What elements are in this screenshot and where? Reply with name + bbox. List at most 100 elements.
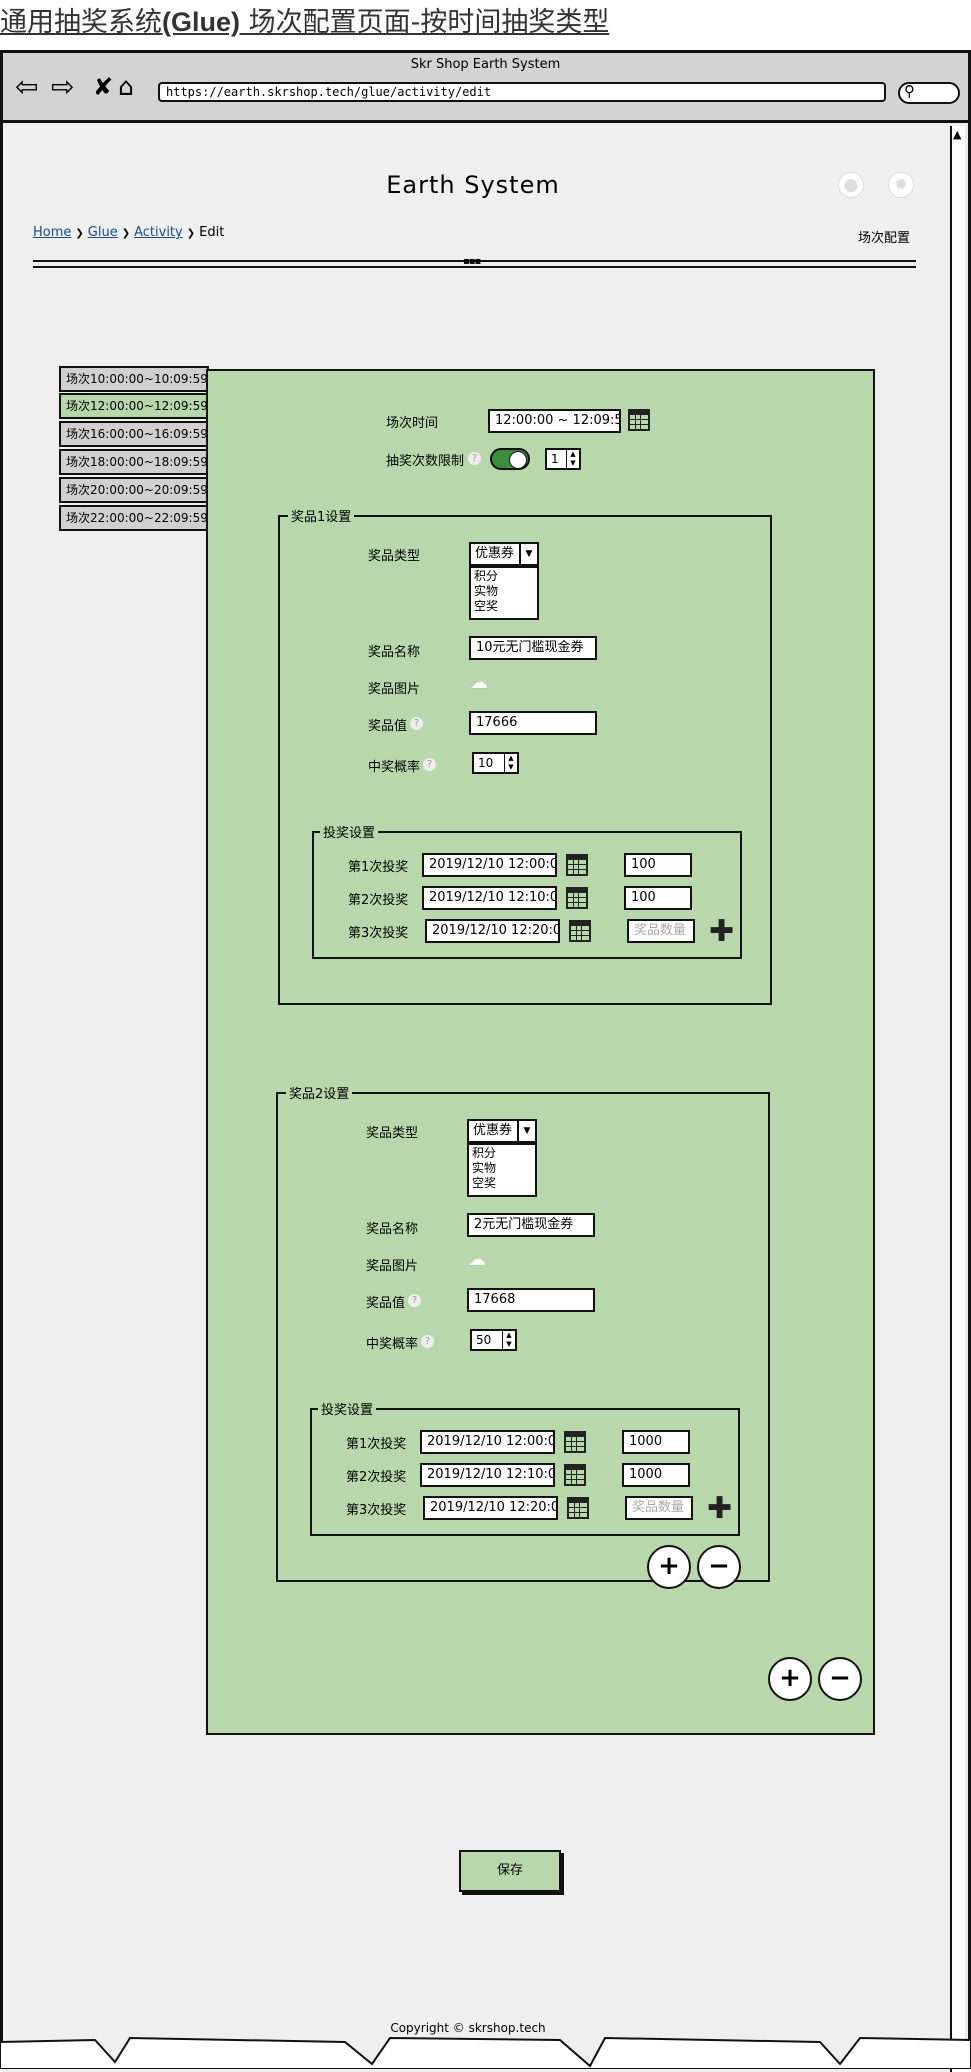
chevron-right-icon: ❯ — [121, 228, 131, 239]
scrollbar[interactable] — [950, 126, 965, 2072]
prize-type-option[interactable]: 空奖 — [474, 599, 534, 614]
close-icon[interactable]: ✘ — [93, 73, 113, 101]
cloud-upload-icon[interactable]: ☁ — [468, 1251, 492, 1269]
drop-time-field[interactable]: 2019/12/10 12:20:00 — [425, 919, 560, 943]
drop-label: 第3次投奖 — [346, 1503, 407, 1518]
prize-type-select[interactable]: 优惠券 ▼ — [469, 542, 539, 566]
session-tab[interactable]: 场次18:00:00~18:09:59 — [59, 449, 209, 475]
session-time-field[interactable]: 12:00:00 ~ 12:09:59 — [488, 409, 621, 433]
prize-name-label: 奖品名称 — [366, 1222, 419, 1237]
drop-count-field[interactable]: 1000 — [622, 1430, 690, 1454]
add-drop-button[interactable]: ✚ — [707, 1494, 732, 1524]
drop-label: 第2次投奖 — [348, 893, 409, 908]
prize-type-option[interactable]: 实物 — [472, 1161, 532, 1176]
session-tab[interactable]: 场次12:00:00~12:09:59 — [59, 393, 209, 419]
minus-icon: − — [829, 1663, 851, 1693]
remove-drop-button[interactable]: − — [697, 1545, 741, 1589]
drop-time-field[interactable]: 2019/12/10 12:00:00 — [422, 853, 557, 877]
drop-label: 第3次投奖 — [348, 926, 409, 941]
add-drop-button[interactable]: + — [647, 1545, 691, 1589]
plus-icon: ✚ — [707, 1491, 733, 1526]
chevron-right-icon: ❯ — [75, 228, 84, 239]
drop-count-field[interactable]: 100 — [624, 853, 692, 877]
session-time-label: 场次时间 — [386, 416, 439, 431]
drop-time-field[interactable]: 2019/12/10 12:20:00 — [423, 1496, 558, 1520]
drops-legend: 投奖设置 — [320, 822, 379, 841]
remove-prize-button[interactable]: − — [818, 1657, 862, 1701]
help-icon[interactable]: ? — [421, 1335, 434, 1348]
forward-icon[interactable]: ⇨ — [51, 73, 74, 101]
drop-count-field[interactable]: 奖品数量 — [627, 919, 695, 943]
prize-image-label: 奖品图片 — [368, 682, 421, 697]
add-prize-button[interactable]: + — [768, 1657, 812, 1701]
help-icon[interactable]: ? — [468, 452, 481, 465]
url-bar[interactable]: https://earth.skrshop.tech/glue/activity… — [158, 82, 886, 102]
breadcrumb-glue[interactable]: Glue — [88, 225, 118, 240]
drop-count-field[interactable]: 奖品数量 — [625, 1496, 693, 1520]
prize-type-option[interactable]: 积分 — [472, 1146, 532, 1161]
breadcrumb-home[interactable]: Home — [33, 225, 71, 240]
draw-limit-stepper[interactable]: 1 ▲ ▼ — [545, 448, 581, 470]
prize-type-option[interactable]: 积分 — [474, 569, 534, 584]
calendar-icon[interactable] — [564, 1464, 586, 1486]
user-icon[interactable]: ● — [838, 172, 864, 198]
drop-label: 第1次投奖 — [348, 860, 409, 875]
draw-limit-label: 抽奖次数限制 — [386, 454, 465, 469]
session-tab[interactable]: 场次22:00:00~22:09:59 — [59, 505, 209, 531]
help-icon[interactable]: ? — [423, 758, 436, 771]
add-drop-button[interactable]: ✚ — [709, 917, 734, 947]
drop-count-field[interactable]: 1000 — [622, 1463, 690, 1487]
scroll-up-arrow-icon[interactable]: ▲ — [953, 128, 961, 141]
session-tab[interactable]: 场次16:00:00~16:09:59 — [59, 421, 209, 447]
calendar-icon[interactable] — [566, 887, 588, 909]
help-icon[interactable]: ? — [410, 717, 423, 730]
prize-value-field[interactable]: 17666 — [469, 711, 597, 735]
session-panel: 场次时间 12:00:00 ~ 12:09:59 抽奖次数限制 ? 1 ▲ ▼ 奖品… — [206, 369, 875, 1735]
drop-count-field[interactable]: 100 — [624, 886, 692, 910]
calendar-icon[interactable] — [567, 1497, 589, 1519]
minus-icon: − — [708, 1551, 730, 1581]
calendar-icon[interactable] — [569, 920, 591, 942]
calendar-icon[interactable] — [566, 854, 588, 876]
breadcrumb: Home ❯ Glue ❯ Activity ❯ Edit — [33, 225, 224, 240]
page-title: Earth System — [386, 171, 560, 199]
session-tab[interactable]: 场次10:00:00~10:09:59 — [59, 366, 209, 392]
drop-time-field[interactable]: 2019/12/10 12:00:00 — [420, 1430, 555, 1454]
page-section-label: 场次配置 — [858, 231, 911, 246]
plus-icon: ✚ — [709, 914, 735, 949]
gear-icon[interactable]: ✹ — [888, 172, 914, 198]
prize-type-options[interactable]: 积分 实物 空奖 — [467, 1143, 537, 1197]
chevron-right-icon: ❯ — [186, 228, 196, 239]
drops-legend: 投奖设置 — [318, 1399, 377, 1418]
calendar-icon[interactable] — [564, 1431, 586, 1453]
prize-value-label: 奖品值 — [368, 719, 408, 734]
torn-edge — [0, 2036, 971, 2069]
document-title: 通用抽奖系统(Glue) 场次配置页面-按时间抽奖类型 — [0, 7, 610, 38]
session-tab[interactable]: 场次20:00:00~20:09:59 — [59, 477, 209, 503]
prize-rate-stepper[interactable]: 10 ▲ ▼ — [472, 752, 519, 774]
drop-time-field[interactable]: 2019/12/10 12:10:00 — [420, 1463, 555, 1487]
prize-type-option[interactable]: 空奖 — [472, 1176, 532, 1191]
cloud-upload-icon[interactable]: ☁ — [470, 674, 494, 692]
prize-image-label: 奖品图片 — [366, 1259, 419, 1274]
browser-titlebar: Skr Shop Earth System ⇦ ⇨ ✘ ⌂ https://ea… — [3, 53, 968, 123]
plus-icon: + — [779, 1663, 801, 1693]
prize-name-field[interactable]: 2元无门槛现金券 — [467, 1213, 595, 1237]
draw-limit-toggle[interactable] — [490, 448, 530, 470]
search-input[interactable]: ⚲ — [898, 82, 960, 104]
drop-label: 第2次投奖 — [346, 1470, 407, 1485]
home-icon[interactable]: ⌂ — [118, 73, 134, 101]
breadcrumb-activity[interactable]: Activity — [134, 225, 183, 240]
calendar-icon[interactable] — [628, 409, 650, 431]
save-button[interactable]: 保存 — [459, 1850, 561, 1892]
back-icon[interactable]: ⇦ — [15, 73, 38, 101]
drop-time-field[interactable]: 2019/12/10 12:10:00 — [422, 886, 557, 910]
help-icon[interactable]: ? — [408, 1294, 421, 1307]
prize-type-option[interactable]: 实物 — [474, 584, 534, 599]
prize-name-field[interactable]: 10元无门槛现金券 — [469, 636, 597, 660]
prize-value-field[interactable]: 17668 — [467, 1288, 595, 1312]
prize-type-select[interactable]: 优惠券 ▼ — [467, 1119, 537, 1143]
prize-type-options[interactable]: 积分 实物 空奖 — [469, 566, 539, 620]
prize-type-label: 奖品类型 — [368, 549, 421, 564]
prize-rate-stepper[interactable]: 50 ▲ ▼ — [470, 1329, 517, 1351]
